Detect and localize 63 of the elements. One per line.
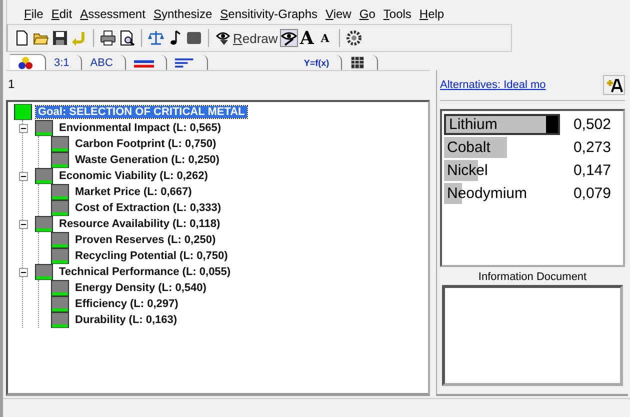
- alternatives-link[interactable]: Alternatives: Ideal mo: [440, 79, 546, 91]
- priority-value: 0,079: [573, 185, 611, 202]
- criterion-icon: [51, 184, 69, 200]
- menu-item[interactable]: Tools: [380, 6, 414, 22]
- priority-value: 0,502: [573, 116, 611, 133]
- tree-node[interactable]: Technical Performance (L: 0,055): [57, 266, 233, 278]
- criterion-icon: [51, 136, 69, 152]
- criterion-icon: [51, 248, 69, 264]
- font-larger-button[interactable]: A: [300, 28, 318, 48]
- new-file-icon[interactable]: [14, 30, 30, 46]
- font-smaller-button[interactable]: A: [320, 32, 334, 44]
- tree-node[interactable]: Envionmental Impact (L: 0,565): [57, 122, 223, 134]
- redraw-button[interactable]: Redraw: [215, 30, 278, 46]
- tree-node[interactable]: Economic Viability (L: 0,262): [57, 170, 210, 182]
- square-icon[interactable]: [186, 30, 202, 46]
- menu-item[interactable]: Sensitivity-Graphs: [217, 6, 321, 22]
- tree-node[interactable]: Efficiency (L: 0,297): [73, 298, 180, 310]
- collapse-icon[interactable]: [19, 220, 28, 228]
- alternative-bar[interactable]: Neodymium: [444, 183, 560, 204]
- table-icon: [350, 56, 366, 70]
- gear-icon[interactable]: [346, 30, 362, 46]
- menu-item[interactable]: Assessment: [77, 6, 148, 22]
- tree-node[interactable]: Goal: SELECTION OF CRITICAL METAL: [36, 106, 247, 118]
- eye-icon: [215, 30, 231, 46]
- criterion-icon: [51, 152, 69, 168]
- tree-node[interactable]: Recycling Potential (L: 0,750): [73, 250, 230, 262]
- tree-node[interactable]: Proven Reserves (L: 0,250): [73, 234, 218, 246]
- tab[interactable]: [10, 54, 46, 70]
- alternative-bar[interactable]: Lithium: [444, 114, 560, 135]
- section-title: Information Document: [477, 271, 588, 283]
- menu-item[interactable]: Synthesize: [150, 6, 216, 22]
- collapse-icon[interactable]: [19, 268, 28, 276]
- tree-node[interactable]: Market Price (L: 0,667): [73, 186, 194, 198]
- tree-node[interactable]: Durability (L: 0,163): [73, 314, 180, 326]
- collapse-icon[interactable]: [19, 172, 28, 180]
- print-preview-icon[interactable]: [119, 30, 135, 46]
- save-icon[interactable]: [52, 30, 68, 46]
- criterion-icon: [51, 280, 69, 296]
- add-alternative-button[interactable]: [603, 75, 625, 95]
- tree-node[interactable]: Energy Density (L: 0,540): [73, 282, 208, 294]
- sort-lines-icon: [174, 56, 195, 70]
- menu-item[interactable]: View: [322, 6, 354, 22]
- eye-pen-icon[interactable]: [280, 30, 297, 46]
- menu-item[interactable]: Edit: [48, 6, 76, 22]
- menu-item[interactable]: File: [21, 6, 46, 22]
- collapse-icon[interactable]: [19, 124, 28, 132]
- criterion-icon: [51, 200, 69, 216]
- menu-item[interactable]: Help: [416, 6, 448, 22]
- criterion-icon: [51, 296, 69, 312]
- tree-node[interactable]: Waste Generation (L: 0,250): [73, 154, 222, 166]
- alternative-bar[interactable]: Nickel: [444, 160, 560, 181]
- information-document-box[interactable]: [442, 285, 623, 386]
- criterion-icon: [51, 312, 69, 328]
- printer-icon[interactable]: [100, 30, 116, 46]
- tree-node[interactable]: Carbon Footprint (L: 0,750): [73, 138, 218, 150]
- menu-item[interactable]: Go: [356, 6, 378, 22]
- scales-icon[interactable]: [148, 30, 164, 46]
- balls-icon: [18, 56, 33, 70]
- priority-value: 0,147: [573, 162, 611, 179]
- criterion-icon: [51, 232, 69, 248]
- priority-value: 0,273: [573, 139, 611, 156]
- tree-node[interactable]: Resource Availability (L: 0,118): [57, 218, 222, 230]
- tree-node[interactable]: Cost of Extraction (L: 0,333): [73, 202, 224, 214]
